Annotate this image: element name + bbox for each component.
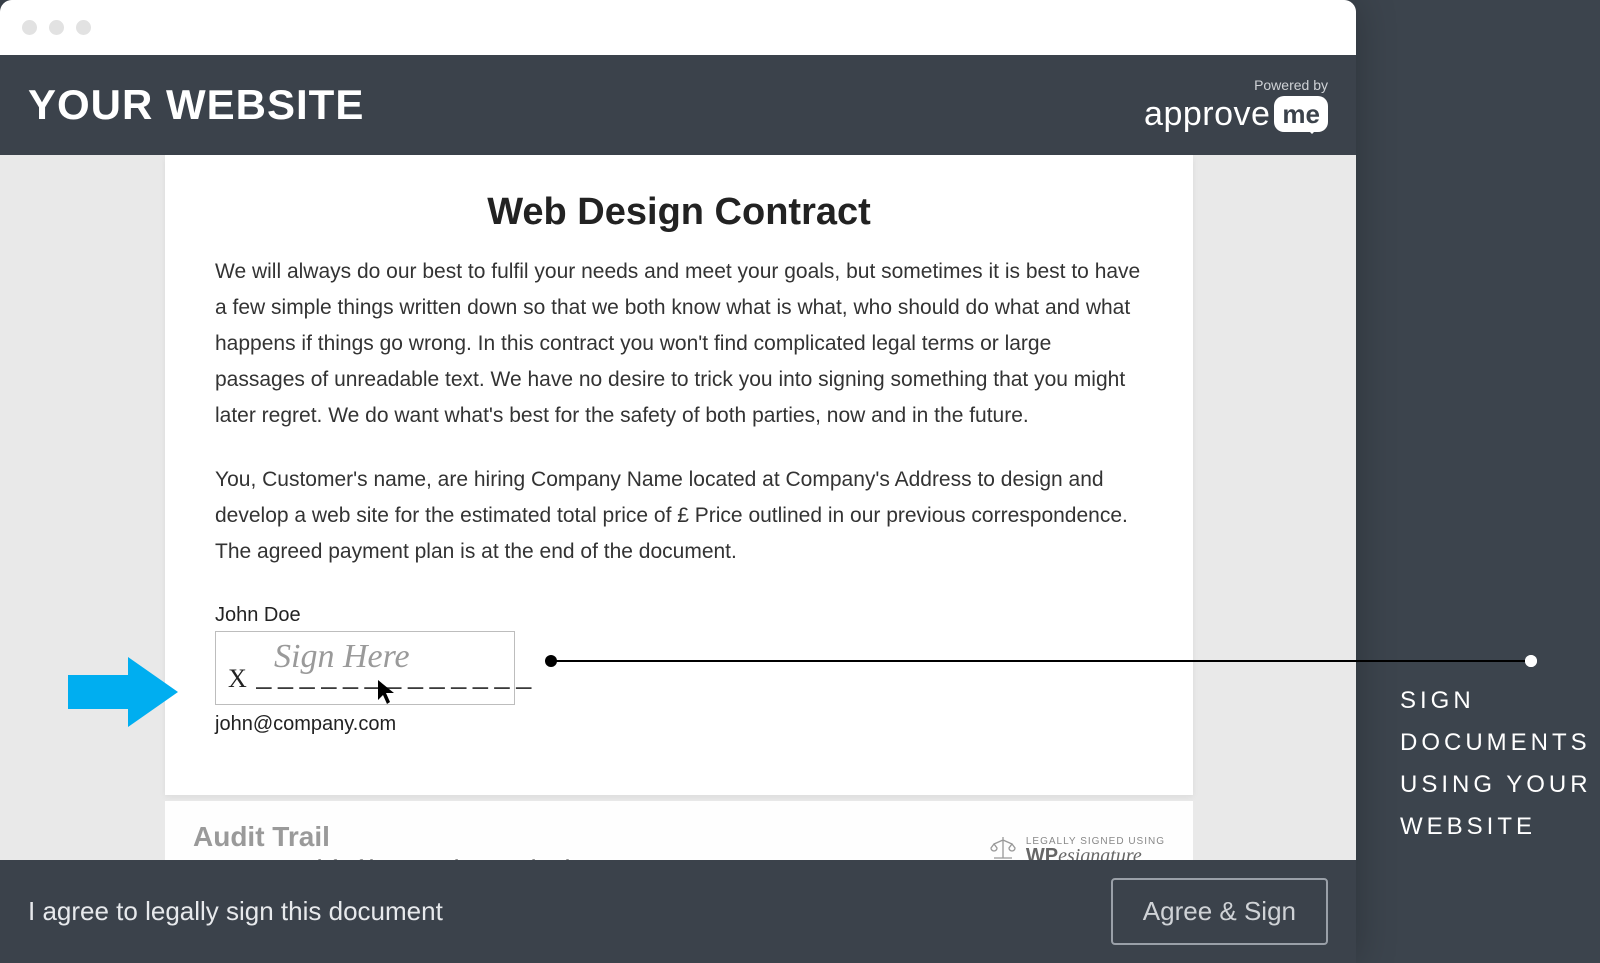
logo-word: approve <box>1144 95 1270 134</box>
powered-by-label: Powered by <box>1144 77 1328 93</box>
document-title: Web Design Contract <box>165 155 1193 254</box>
site-header: YOUR WEBSITE Powered by approve me <box>0 55 1356 155</box>
document-card: Web Design Contract We will always do ou… <box>165 155 1193 795</box>
approveme-logo: approve me <box>1144 95 1328 134</box>
side-caption: SIGN DOCUMENTS USING YOUR WEBSITE <box>1400 680 1592 848</box>
document-paragraph-1: We will always do our best to fulfil you… <box>215 254 1143 434</box>
cursor-icon <box>376 678 398 706</box>
callout-arrow-icon <box>68 657 178 727</box>
side-caption-line-3: USING YOUR <box>1400 764 1592 806</box>
signature-field[interactable]: X Sign Here ————————————— <box>215 631 515 705</box>
side-caption-line-4: WEBSITE <box>1400 806 1592 848</box>
window-dot-1 <box>22 20 37 35</box>
window-dot-2 <box>49 20 64 35</box>
logo-badge: me <box>1274 96 1328 132</box>
window-dot-3 <box>76 20 91 35</box>
browser-chrome <box>0 0 1356 55</box>
browser-window: YOUR WEBSITE Powered by approve me Web D… <box>0 0 1356 963</box>
footer-bar: I agree to legally sign this document Ag… <box>0 860 1356 963</box>
agree-and-sign-button[interactable]: Agree & Sign <box>1111 878 1328 945</box>
side-caption-line-2: DOCUMENTS <box>1400 722 1592 764</box>
powered-by-block: Powered by approve me <box>1144 77 1328 134</box>
document-text: We will always do our best to fulfil you… <box>165 254 1193 570</box>
document-paragraph-2: You, Customer's name, are hiring Company… <box>215 462 1143 570</box>
signer-name: John Doe <box>165 598 1193 631</box>
signer-email: john@company.com <box>165 705 1193 736</box>
side-caption-line-1: SIGN <box>1400 680 1592 722</box>
signature-x-mark: X <box>228 664 247 700</box>
page-body: Web Design Contract We will always do ou… <box>0 155 1356 860</box>
agree-statement: I agree to legally sign this document <box>28 896 443 927</box>
audit-trail-title: Audit Trail <box>193 821 572 853</box>
site-title: YOUR WEBSITE <box>28 81 364 129</box>
signature-placeholder: Sign Here <box>274 638 410 676</box>
